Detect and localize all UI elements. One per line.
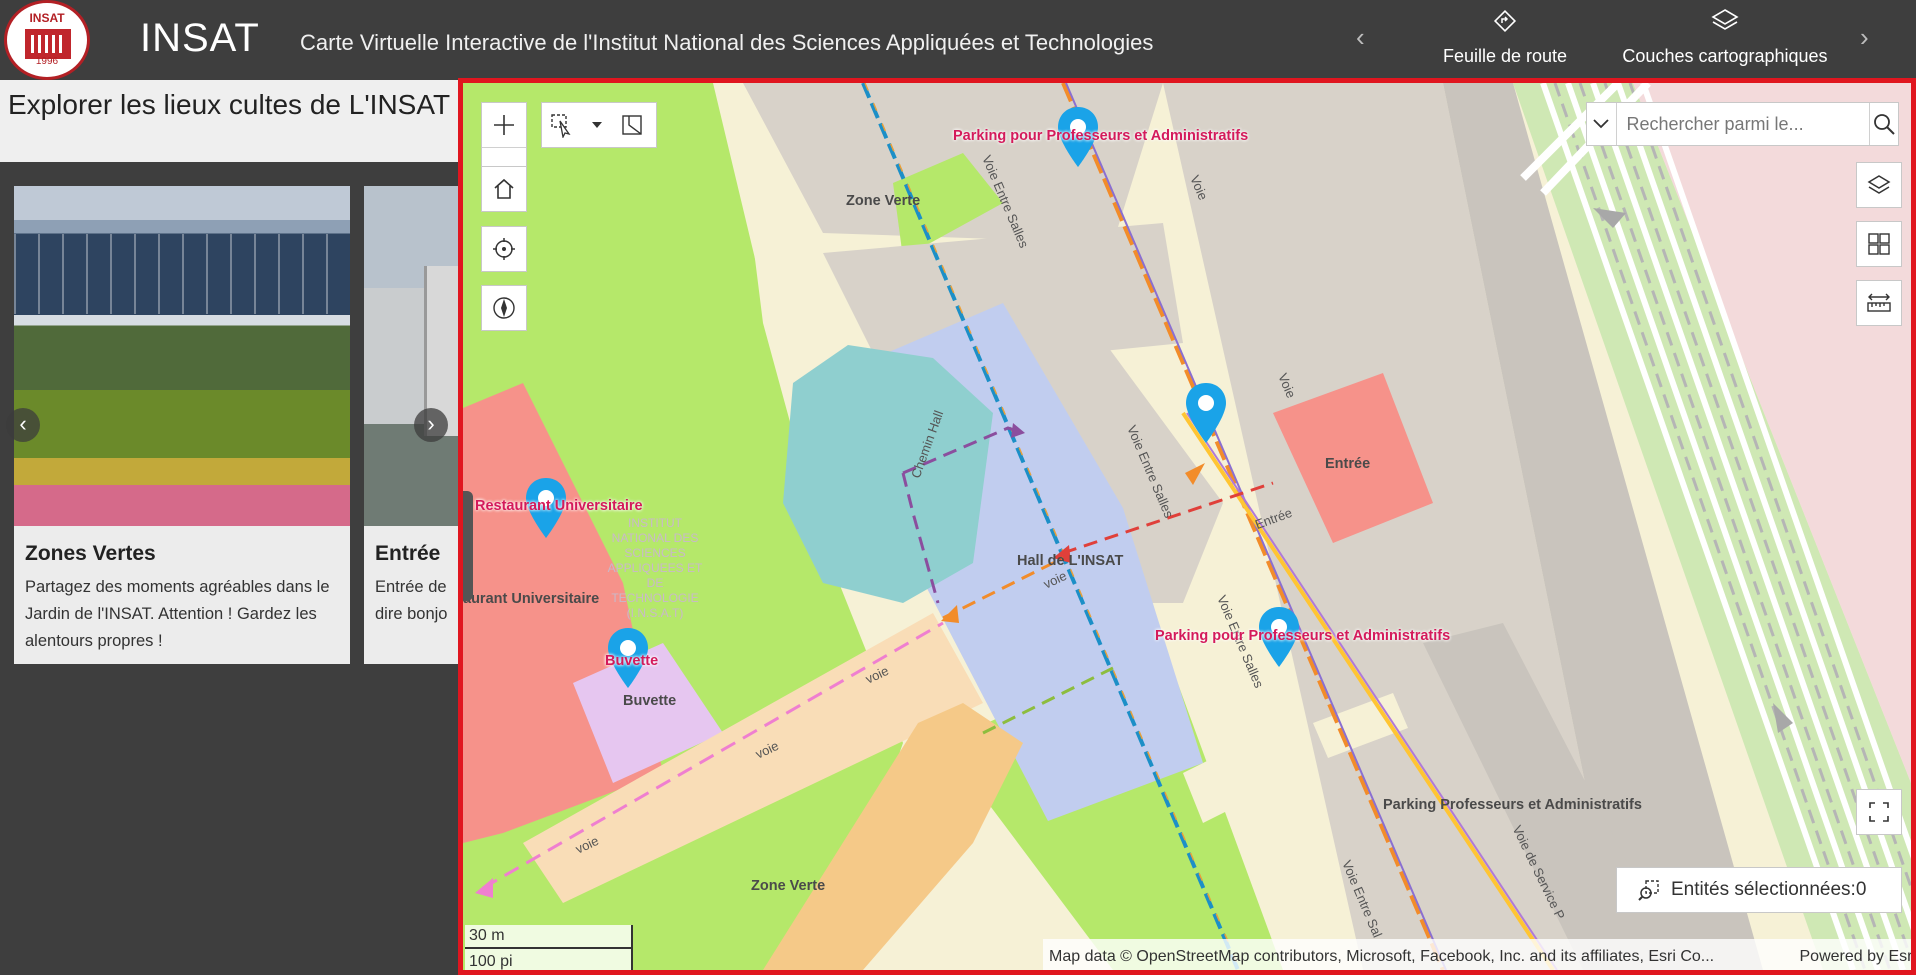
map-layers-label: Couches cartographiques bbox=[1622, 46, 1828, 66]
locate-control bbox=[481, 226, 527, 272]
measure-button[interactable] bbox=[1857, 281, 1901, 325]
poi-label-restaurant: Restaurant Universitaire bbox=[475, 498, 643, 514]
map-label-hall: Hall de L'INSAT bbox=[1017, 553, 1124, 569]
roadmap-button[interactable]: Feuille de route bbox=[1440, 6, 1570, 67]
card-description-line: dire bonjo bbox=[375, 605, 448, 623]
logo-year: 1996 bbox=[35, 56, 59, 67]
place-card-zones-vertes[interactable]: Zones Vertes Partagez des moments agréab… bbox=[14, 186, 350, 664]
roadmap-icon bbox=[1493, 9, 1517, 33]
header-nav-next-button[interactable]: › bbox=[1860, 22, 1869, 53]
header-nav-prev-button[interactable]: ‹ bbox=[1356, 22, 1365, 53]
search-source-dropdown[interactable] bbox=[1587, 103, 1617, 145]
map-label-zone-verte: Zone Verte bbox=[751, 878, 826, 894]
layers-icon bbox=[1867, 175, 1891, 194]
map-layers-button[interactable]: Couches cartographiques bbox=[1618, 6, 1832, 67]
insat-logo[interactable]: INSAT 1996 bbox=[4, 0, 90, 80]
fullscreen-button[interactable] bbox=[1857, 790, 1901, 834]
card-description: Entrée de dire bonjo bbox=[375, 574, 458, 628]
panel-collapse-handle[interactable] bbox=[463, 491, 473, 601]
map-label-entree: Entrée bbox=[1325, 456, 1371, 472]
logo-text: INSAT bbox=[29, 11, 65, 25]
fullscreen-icon bbox=[1869, 802, 1889, 822]
poi-label-parking: Parking pour Professeurs et Administrati… bbox=[1155, 628, 1451, 644]
ruler-icon bbox=[1867, 293, 1891, 312]
card-title: Entrée bbox=[375, 542, 441, 565]
plus-icon bbox=[494, 115, 514, 135]
roadmap-label: Feuille de route bbox=[1442, 46, 1568, 66]
app-title: INSAT bbox=[140, 16, 260, 60]
logo-emblem-icon bbox=[25, 29, 71, 59]
map-attribution[interactable]: Map data © OpenStreetMap contributors, M… bbox=[1043, 939, 1912, 970]
app-header: INSAT 1996 INSAT Carte Virtuelle Interac… bbox=[0, 0, 1916, 80]
map-label-insat-block: INSTITUT NATIONAL DES SCIENCES APPLIQUEE… bbox=[607, 516, 703, 620]
compass-icon bbox=[493, 297, 515, 319]
selected-entities-button[interactable]: Entités sélectionnées:0 bbox=[1616, 867, 1902, 913]
search-input[interactable] bbox=[1616, 103, 1869, 145]
home-button[interactable] bbox=[482, 167, 526, 211]
basemap-gallery-control bbox=[1856, 221, 1902, 267]
home-icon bbox=[494, 178, 514, 199]
zoom-in-button[interactable] bbox=[482, 103, 526, 147]
map-label-buvette: Buvette bbox=[623, 693, 677, 709]
compass-button[interactable] bbox=[482, 286, 526, 330]
map-pin-icon[interactable] bbox=[1183, 381, 1229, 445]
home-control bbox=[481, 166, 527, 212]
caret-down-icon bbox=[592, 122, 602, 128]
card-image-entrance bbox=[364, 186, 458, 526]
select-cursor-icon bbox=[551, 114, 571, 138]
selected-entities-label: Entités sélectionnées:0 bbox=[1671, 879, 1867, 900]
measure-control bbox=[1856, 280, 1902, 326]
card-title: Zones Vertes bbox=[25, 542, 156, 565]
select-tool-button[interactable] bbox=[542, 103, 582, 147]
carousel-prev-button[interactable]: ‹ bbox=[6, 408, 40, 442]
select-area-icon bbox=[622, 115, 642, 135]
poi-label-buvette: Buvette bbox=[605, 653, 659, 669]
poi-label-parking: Parking pour Professeurs et Administrati… bbox=[953, 128, 1249, 144]
scale-bar-imperial: 100 pi bbox=[465, 949, 633, 970]
locate-icon bbox=[493, 238, 515, 260]
panel-title: Explorer les lieux cultes de L'INSAT bbox=[7, 89, 451, 120]
map-label-restaurant: aurant Universitaire bbox=[463, 591, 600, 607]
selection-toolbar bbox=[541, 102, 657, 148]
chevron-down-icon bbox=[1593, 119, 1609, 129]
select-tool-dropdown[interactable] bbox=[582, 103, 612, 147]
fullscreen-control bbox=[1856, 789, 1902, 835]
app-subtitle: Carte Virtuelle Interactive de l'Institu… bbox=[300, 30, 1154, 55]
scale-bar-metric: 30 m bbox=[465, 925, 633, 949]
search-icon bbox=[1873, 114, 1895, 135]
powered-by-esri[interactable]: Powered by Esri bbox=[1800, 939, 1912, 970]
card-description-line: Entrée de bbox=[375, 578, 447, 596]
layer-list-button[interactable] bbox=[1857, 163, 1901, 207]
map-view[interactable]: Zone Verte Zone Verte Hall de L'INSAT En… bbox=[458, 78, 1916, 975]
basemap-gallery-icon bbox=[1868, 233, 1890, 255]
compass-control bbox=[481, 285, 527, 331]
card-image-garden bbox=[14, 186, 350, 526]
map-search bbox=[1586, 102, 1899, 146]
locate-button[interactable] bbox=[482, 227, 526, 271]
map-label-zone-verte: Zone Verte bbox=[846, 193, 921, 209]
attribution-text: Map data © OpenStreetMap contributors, M… bbox=[1049, 948, 1715, 965]
map-label-parking: Parking Professeurs et Administratifs bbox=[1383, 797, 1642, 813]
card-description: Partagez des moments agréables dans le J… bbox=[25, 578, 330, 650]
carousel-next-button[interactable]: › bbox=[414, 408, 448, 442]
layers-icon bbox=[1711, 9, 1739, 30]
search-button[interactable] bbox=[1868, 103, 1899, 145]
layer-list-control bbox=[1856, 162, 1902, 208]
clear-selection-button[interactable] bbox=[612, 103, 652, 147]
basemap-gallery-button[interactable] bbox=[1857, 222, 1901, 266]
select-features-icon bbox=[1638, 880, 1659, 901]
